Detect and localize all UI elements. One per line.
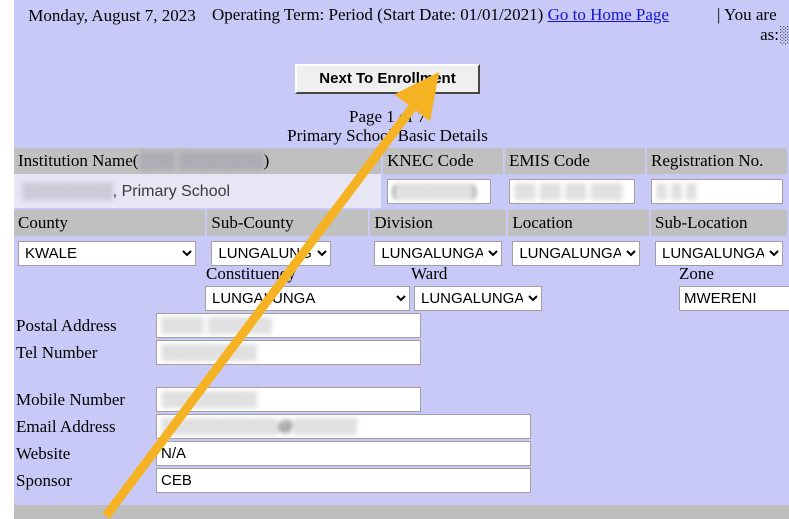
constituency-select[interactable]: LUNGALUNGA [205,286,410,311]
county-select[interactable]: KWALE [18,240,196,266]
sublocation-select[interactable]: LUNGALUNGA [655,240,783,266]
current-date: Monday, August 7, 2023 [28,6,196,25]
registration-no-value-redacted: ░ ░ ░ [656,182,697,200]
left-margin [0,0,14,519]
go-to-home-page-link[interactable]: Go to Home Page [548,5,669,24]
operating-term-text: Operating Term: Period (Start Date: 01/0… [212,5,544,24]
action-bar: Next To Enrollment [0,64,775,94]
subcounty-header: Sub-County [206,210,371,236]
postal-address-label: Postal Address [16,315,117,335]
website-cell [156,440,789,467]
emis-code-value-redacted: ░░ ░░ ░░ ░░░ [514,182,623,200]
sublocation-cell: LUNGALUNGA [650,236,789,270]
location-cell: LUNGALUNGA [507,236,651,270]
geography-header-row: County Sub-County Division Location Sub-… [14,210,789,236]
mobile-number-input[interactable]: ░░░░░░░░░ [156,387,421,412]
page-indicator: Page 1 of 7 [349,107,426,126]
website-input[interactable] [156,441,531,466]
sponsor-input[interactable] [156,468,531,493]
tel-number-value-redacted: ░░░░░░░░░ [161,344,257,361]
knec-code-value-redacted: (░░░░░░░) [392,182,477,200]
postal-address-input[interactable]: ░░░░ ░░░░░░ [156,313,421,338]
geography-table: County Sub-County Division Location Sub-… [14,210,789,270]
registration-no-cell: ░ ░ ░ [646,174,789,208]
institution-table-header-row: Institution Name(░░░ ░░░░░░░) KNEC Code … [14,148,789,174]
tel-number-row: Tel Number ░░░░░░░░░ [14,339,789,366]
contact-details-table: Postal Address ░░░░ ░░░░░░ Tel Number ░░… [14,312,789,494]
logged-in-username: as:░ [760,25,789,44]
mobile-number-row: Mobile Number ░░░░░░░░░ [14,386,789,413]
emis-code-input[interactable]: ░░ ░░ ░░ ░░░ [509,178,636,204]
email-address-label: Email Address [16,416,116,436]
sponsor-row: Sponsor [14,467,789,494]
postal-address-cell: ░░░░ ░░░░░░ [156,312,789,339]
county-cell: KWALE [14,236,208,270]
school-basic-details-page: Monday, August 7, 2023 Operating Term: P… [0,0,789,519]
website-row: Website [14,440,789,467]
registration-no-input[interactable]: ░ ░ ░ [651,178,783,204]
division-header: Division [369,210,509,236]
footer-bar [14,505,789,519]
next-to-enrollment-button[interactable]: Next To Enrollment [295,64,480,94]
ward-label: Ward [411,264,448,283]
division-select[interactable]: LUNGALUNGA [374,240,503,266]
sublocation-header: Sub-Location [650,210,789,236]
geography-value-row: KWALE LUNGALUNGA LUNGALUNGA LUNGALUNGA L… [14,236,789,270]
contact-spacer-row [14,366,789,386]
email-address-row: Email Address ░░░░░░░░░░░@░░░░░░ [14,413,789,440]
zone-input[interactable] [679,286,789,311]
constituency-label: Constituency [206,264,296,283]
email-address-cell: ░░░░░░░░░░░@░░░░░░ [156,413,789,440]
mobile-number-cell: ░░░░░░░░░ [156,386,789,413]
registration-no-header: Registration No. [646,148,789,174]
mobile-number-value-redacted: ░░░░░░░░░ [161,391,257,408]
subcounty-select[interactable]: LUNGALUNGA [211,240,332,266]
ward-select[interactable]: LUNGALUNGA [414,286,542,311]
institution-name-suffix: , Primary School [112,183,231,200]
email-address-value-redacted: ░░░░░░░░░░░@░░░░░░ [161,418,357,435]
location-select[interactable]: LUNGALUNGA [512,240,641,266]
website-label: Website [16,443,71,463]
knec-code-header: KNEC Code [382,148,506,174]
tel-number-cell: ░░░░░░░░░ [156,339,789,366]
institution-name-redacted: ░░░░░░░░ [22,183,113,200]
postal-address-row: Postal Address ░░░░ ░░░░░░ [14,312,789,339]
location-header: Location [507,210,651,236]
emis-code-header: EMIS Code [504,148,647,174]
postal-address-value-redacted: ░░░░ ░░░░░░ [161,317,272,334]
institution-name-cell: ░░░░░░░░, Primary School [14,174,384,208]
institution-table: Institution Name(░░░ ░░░░░░░) KNEC Code … [14,148,789,208]
page-header: Monday, August 7, 2023 Operating Term: P… [14,0,789,62]
knec-code-input[interactable]: (░░░░░░░) [387,178,492,204]
tel-number-input[interactable]: ░░░░░░░░░ [156,340,421,365]
institution-table-value-row: ░░░░░░░░, Primary School (░░░░░░░) ░░ ░░… [14,174,789,208]
institution-name-header: Institution Name(░░░ ░░░░░░░) [14,148,384,174]
institution-code-redacted: ░░░ ░░░░░░░ [138,150,264,170]
operating-term-block: Operating Term: Period (Start Date: 01/0… [212,5,669,25]
tel-number-label: Tel Number [16,342,98,362]
sponsor-cell [156,467,789,494]
logged-in-user-block: | You are as:░ [717,5,789,45]
knec-code-cell: (░░░░░░░) [382,174,506,208]
zone-label: Zone [679,264,714,283]
email-address-input[interactable]: ░░░░░░░░░░░@░░░░░░ [156,414,531,439]
emis-code-cell: ░░ ░░ ░░ ░░░ [504,174,647,208]
county-header: County [14,210,208,236]
header-separator: | [717,5,721,24]
sponsor-label: Sponsor [16,470,72,490]
section-title: Primary School Basic Details [287,126,488,145]
logged-in-text: You are [724,5,777,24]
mobile-number-label: Mobile Number [16,389,126,409]
